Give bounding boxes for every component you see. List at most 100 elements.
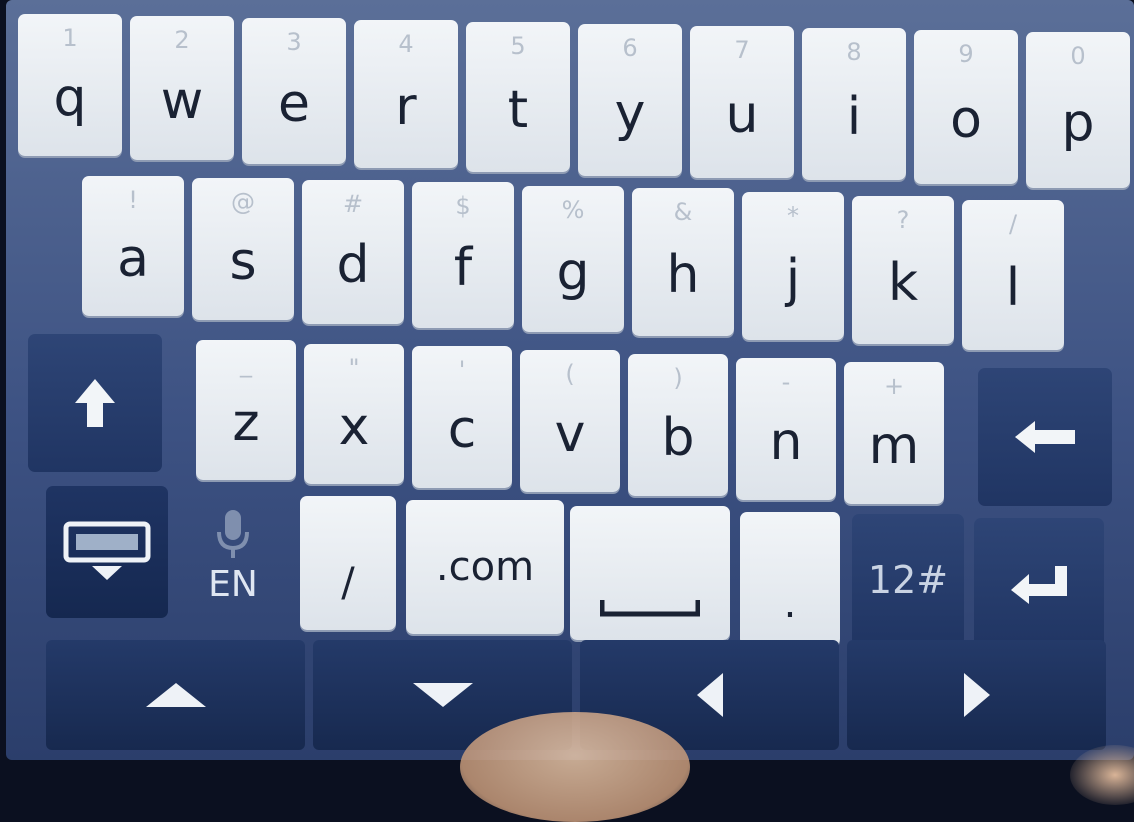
- key-hint: 5: [510, 32, 526, 60]
- key-label: x: [338, 397, 370, 457]
- arrow-up-icon: [145, 683, 206, 707]
- key-label: y: [614, 83, 646, 143]
- key-hint: ': [458, 356, 466, 384]
- key-label: b: [661, 408, 695, 468]
- key-o[interactable]: 9o: [914, 30, 1018, 184]
- slash-label: /: [341, 560, 355, 606]
- key-f[interactable]: $ f: [412, 182, 514, 328]
- key-label: a: [117, 229, 149, 289]
- key-u[interactable]: 7u: [690, 26, 794, 178]
- key-hint: +: [883, 372, 905, 400]
- key-label: v: [554, 404, 586, 464]
- key-hint: /: [1008, 210, 1018, 238]
- backspace-key[interactable]: [978, 368, 1112, 506]
- key-s[interactable]: @ s: [192, 178, 294, 320]
- key-hint: 7: [734, 36, 750, 64]
- key-hint: 3: [286, 28, 302, 56]
- key-hint: ): [673, 364, 683, 392]
- key-hint: 2: [174, 26, 190, 54]
- backspace-icon: [1015, 421, 1075, 453]
- key-label: j: [785, 249, 801, 309]
- key-j[interactable]: * j: [742, 192, 844, 340]
- key-hint: @: [231, 188, 255, 216]
- user-finger: [460, 712, 690, 822]
- key-hint: -: [781, 368, 791, 396]
- hide-keyboard-key[interactable]: [46, 486, 168, 618]
- symbols-label: 12#: [867, 558, 949, 602]
- microphone-icon: [217, 509, 249, 558]
- key-v[interactable]: (v: [520, 350, 620, 492]
- key-hint: #: [342, 190, 364, 218]
- key-label: p: [1061, 93, 1095, 153]
- language-mic-key[interactable]: EN: [178, 490, 288, 622]
- enter-icon: [1011, 566, 1067, 604]
- key-hint: 6: [622, 34, 638, 62]
- dotcom-label: .com: [435, 544, 535, 590]
- key-hint: &: [673, 198, 693, 226]
- key-label: l: [1005, 258, 1021, 318]
- key-label: i: [846, 87, 862, 147]
- arrow-right-icon: [963, 673, 990, 717]
- key-w[interactable]: 2w: [130, 16, 234, 160]
- key-l[interactable]: / l: [962, 200, 1064, 350]
- key-label: n: [769, 412, 803, 472]
- key-d[interactable]: # d: [302, 180, 404, 324]
- key-label: t: [507, 80, 529, 140]
- key-k[interactable]: ? k: [852, 196, 954, 344]
- arrow-left-icon: [696, 673, 723, 717]
- key-label: e: [278, 74, 310, 134]
- key-label: m: [868, 416, 920, 476]
- arrow-down-icon: [412, 683, 473, 707]
- key-n[interactable]: -n: [736, 358, 836, 500]
- key-hint: !: [128, 186, 138, 214]
- key-label: q: [53, 68, 87, 128]
- key-x[interactable]: " x: [304, 344, 404, 484]
- enter-key[interactable]: [974, 518, 1104, 650]
- key-hint: ": [348, 354, 360, 382]
- nav-right-button[interactable]: [847, 640, 1106, 750]
- shift-key[interactable]: [28, 334, 162, 472]
- key-h[interactable]: & h: [632, 188, 734, 336]
- shift-arrow-icon: [75, 379, 115, 427]
- key-hint: 8: [846, 38, 862, 66]
- key-label: s: [229, 232, 257, 292]
- nav-up-button[interactable]: [46, 640, 305, 750]
- dotcom-key[interactable]: .com: [406, 500, 564, 634]
- soft-keyboard: 1q 2w 3e 4r 5t 6y 7u 8i 9o 0p ! a @ s # d $…: [6, 0, 1134, 760]
- slash-key[interactable]: /: [300, 496, 396, 630]
- symbols-key[interactable]: 12#: [852, 514, 964, 646]
- period-key[interactable]: .: [740, 512, 840, 646]
- key-m[interactable]: + m: [844, 362, 944, 504]
- key-p[interactable]: 0p: [1026, 32, 1130, 188]
- key-hint: *: [787, 202, 799, 230]
- period-label: .: [783, 581, 797, 627]
- key-z[interactable]: _ z: [196, 340, 296, 480]
- key-hint: _: [240, 350, 252, 378]
- key-g[interactable]: % g: [522, 186, 624, 332]
- language-label: EN: [208, 563, 258, 605]
- key-label: z: [232, 393, 260, 453]
- key-label: r: [395, 77, 417, 137]
- key-y[interactable]: 6y: [578, 24, 682, 176]
- key-label: u: [725, 85, 759, 145]
- space-bar-icon: [600, 600, 700, 617]
- key-label: g: [556, 242, 590, 302]
- key-hint: (: [565, 360, 575, 388]
- key-hint: 4: [398, 30, 414, 58]
- key-i[interactable]: 8i: [802, 28, 906, 180]
- key-b[interactable]: ) b: [628, 354, 728, 496]
- key-label: f: [453, 238, 473, 298]
- key-t[interactable]: 5t: [466, 22, 570, 172]
- key-label: k: [887, 253, 919, 313]
- key-label: c: [447, 400, 477, 460]
- key-c[interactable]: ' c: [412, 346, 512, 488]
- key-a[interactable]: ! a: [82, 176, 184, 316]
- key-r[interactable]: 4r: [354, 20, 458, 168]
- key-hint: 1: [62, 24, 78, 52]
- key-hint: 9: [958, 40, 974, 68]
- key-e[interactable]: 3e: [242, 18, 346, 164]
- key-q[interactable]: 1q: [18, 14, 122, 156]
- hide-keyboard-icon: [63, 521, 151, 580]
- key-hint: 0: [1070, 42, 1086, 70]
- space-key[interactable]: [570, 506, 730, 640]
